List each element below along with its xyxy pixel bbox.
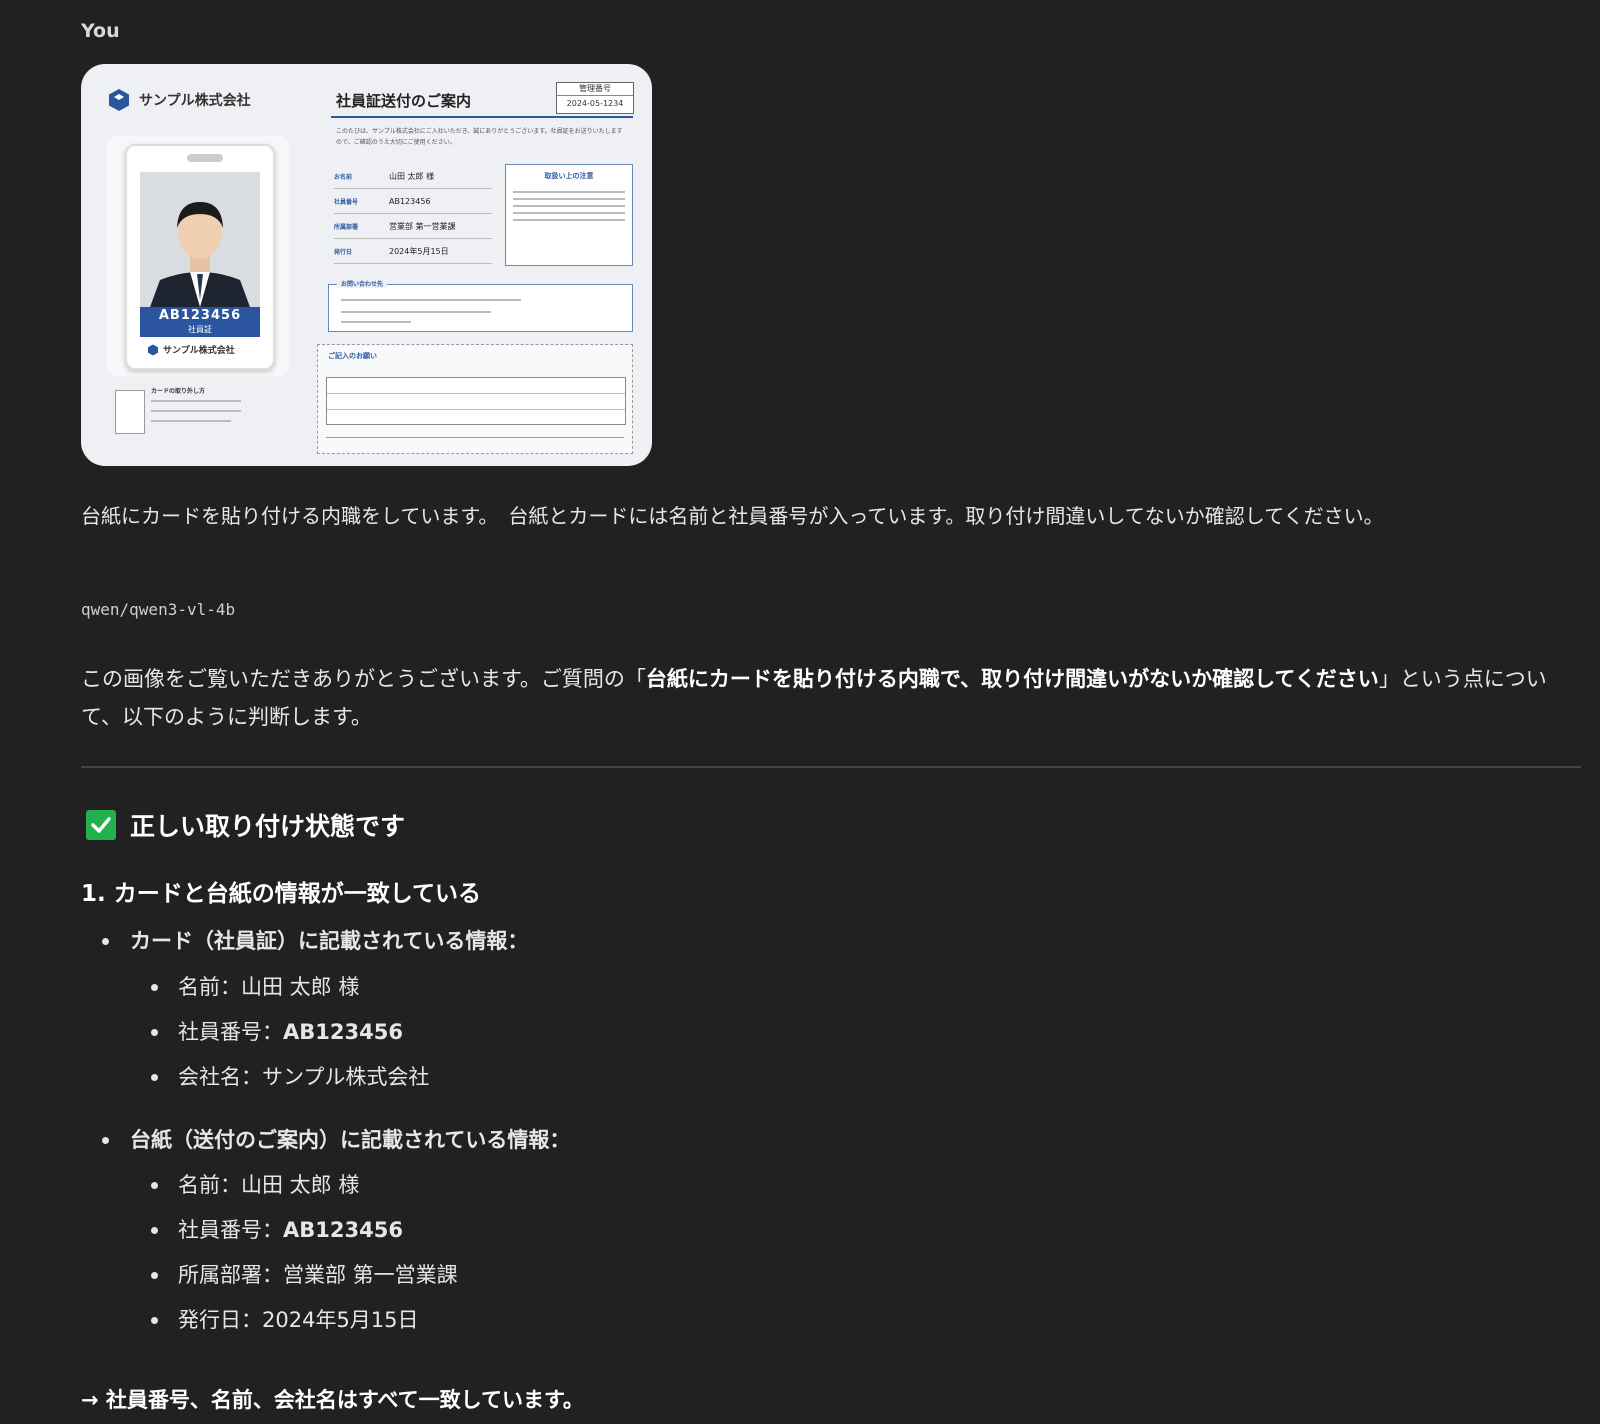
employee-photo	[140, 172, 260, 307]
form-signature-line	[326, 437, 624, 438]
doc-field: 所属部署 営業部 第一営業課	[334, 214, 492, 239]
sender-label: You	[81, 20, 120, 42]
contact-box: お問い合わせ先	[328, 279, 633, 332]
doc-field: 発行日 2024年5月15日	[334, 239, 492, 264]
list-item: 名前：山田 太郎 様	[81, 971, 528, 1016]
list-item: 所属部署：営業部 第一営業課	[81, 1259, 570, 1304]
list-item: カード（社員証）に記載されている情報：	[81, 925, 528, 971]
contact-title: お問い合わせ先	[337, 279, 388, 288]
form-title: ご記入のお願い	[328, 352, 377, 360]
reply-intro: この画像をご覧いただきありがとうございます。ご質問の「台紙にカードを貼り付ける内…	[81, 667, 1547, 729]
check-mark-icon	[86, 810, 116, 840]
company-logo-icon	[148, 344, 158, 355]
list-item: 社員番号：AB123456	[81, 1214, 570, 1259]
doc-field: 社員番号 AB123456	[334, 189, 492, 214]
title-rule	[331, 116, 633, 118]
control-number-box: 管理番号 2024-05-1234	[556, 82, 634, 114]
list-item: 名前：山田 太郎 様	[81, 1169, 570, 1214]
handling-notes-box: 取扱い上の注意	[505, 164, 633, 266]
card-info-list: カード（社員証）に記載されている情報： 名前：山田 太郎 様 社員番号：AB12…	[81, 925, 528, 1106]
company-name: サンプル株式会社	[139, 93, 251, 109]
notes-lines	[506, 181, 632, 231]
control-number-label: 管理番号	[557, 83, 633, 96]
doc-header: サンプル株式会社	[107, 88, 251, 112]
model-name: qwen/qwen3-vl-4b	[81, 600, 236, 619]
notes-title: 取扱い上の注意	[544, 172, 594, 180]
doc-title: 社員証送付のご案内	[336, 92, 472, 110]
reply-heading: 正しい取り付け状態です	[86, 807, 405, 843]
card-company: サンプル株式会社	[147, 343, 235, 356]
list-item: 発行日：2024年5月15日	[81, 1304, 570, 1349]
control-number: 2024-05-1234	[566, 99, 624, 108]
mount-info-list: 台紙（送付のご案内）に記載されている情報： 名前：山田 太郎 様 社員番号：AB…	[81, 1124, 570, 1349]
company-logo-icon	[109, 89, 129, 111]
list-item: 会社名：サンプル株式会社	[81, 1061, 528, 1106]
form-table	[326, 377, 626, 425]
attached-image[interactable]: サンプル株式会社 社員証送付のご案内 管理番号 2024-05-1234 このた…	[81, 64, 652, 466]
card-removal-guide: カードの取り外し方	[107, 382, 287, 442]
entry-form: ご記入のお願い	[317, 344, 633, 454]
doc-intro: このたびは、サンプル株式会社にご入社いただき、誠にありがとうございます。社員証を…	[336, 128, 623, 146]
user-message: 台紙にカードを貼り付ける内職をしています。 台紙とカードには名前と社員番号が入っ…	[81, 504, 1384, 528]
divider	[81, 766, 1581, 768]
list-item: 社員番号：AB123456	[81, 1016, 528, 1061]
doc-field: お名前 山田 太郎 様	[334, 164, 492, 189]
conclusion-line: → 社員番号、名前、会社名はすべて一致しています。	[81, 1388, 584, 1412]
doc-fields: お名前 山田 太郎 様 社員番号 AB123456 所属部署 営業部 第一営業課 発行…	[334, 164, 492, 264]
id-card: AB123456 社員証 サンプル株式会社	[125, 144, 275, 370]
card-id-band: AB123456 社員証	[140, 307, 260, 337]
howto-title: カードの取り外し方	[151, 388, 206, 395]
person-portrait-icon	[140, 172, 260, 307]
card-slot	[187, 154, 223, 162]
card-removal-icon	[115, 390, 145, 434]
list-item: 台紙（送付のご案内）に記載されている情報：	[81, 1124, 570, 1169]
card-role: 社員証	[188, 325, 212, 334]
card-id: AB123456	[158, 308, 242, 323]
card-company-name: サンプル株式会社	[163, 346, 235, 356]
reply-subheading: 1. カードと台紙の情報が一致している	[81, 881, 482, 907]
